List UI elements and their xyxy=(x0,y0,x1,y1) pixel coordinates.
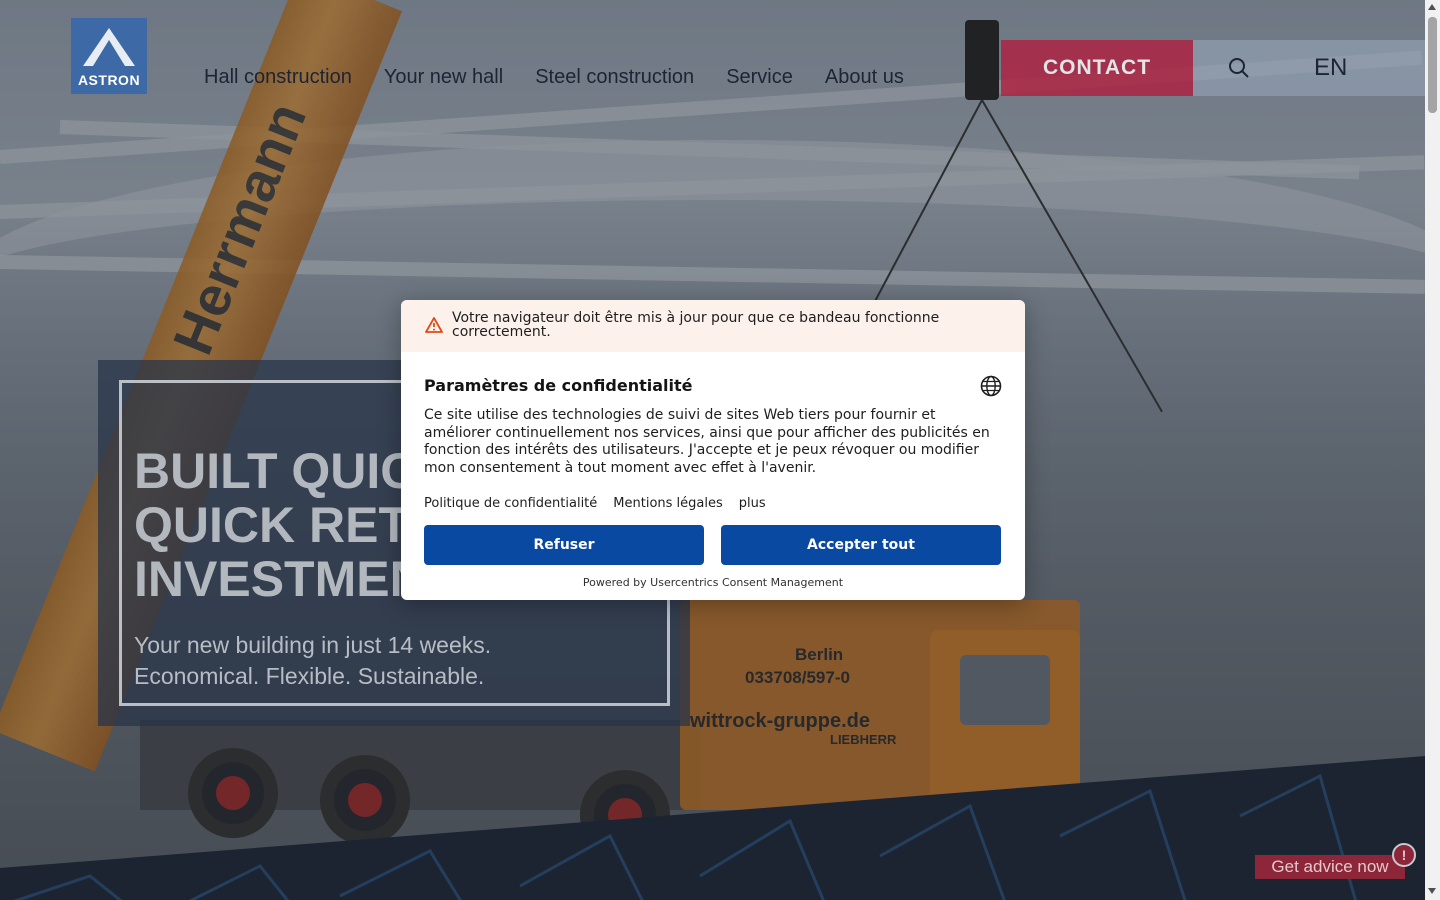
nav-your-new-hall[interactable]: Your new hall xyxy=(384,66,503,89)
browser-warning: Votre navigateur doit être mis à jour po… xyxy=(401,300,1025,352)
scroll-down-arrow-icon[interactable] xyxy=(1428,888,1436,894)
scrollbar-thumb[interactable] xyxy=(1428,17,1437,113)
more-link[interactable]: plus xyxy=(739,496,766,511)
consent-body: Ce site utilise des technologies de suiv… xyxy=(424,407,990,476)
accept-all-button[interactable]: Accepter tout xyxy=(721,525,1001,565)
astron-logo[interactable]: ASTRON xyxy=(71,18,147,94)
language-globe-icon[interactable] xyxy=(980,375,1002,397)
warning-icon xyxy=(425,317,443,333)
logo-mark-icon xyxy=(83,28,135,66)
search-icon xyxy=(1229,58,1249,78)
browser-warning-text: Votre navigateur doit être mis à jour po… xyxy=(452,310,940,340)
page-scrollbar[interactable] xyxy=(1425,0,1440,900)
search-button[interactable] xyxy=(1193,40,1285,96)
hero-subtitle: Your new building in just 14 weeks. Econ… xyxy=(134,632,492,689)
scroll-up-arrow-icon[interactable] xyxy=(1428,4,1436,10)
get-advice-button[interactable]: Get advice now xyxy=(1255,855,1405,879)
logo-text: ASTRON xyxy=(77,72,141,88)
nav-service[interactable]: Service xyxy=(726,66,793,89)
consent-dialog: Votre navigateur doit être mis à jour po… xyxy=(401,300,1025,600)
alert-icon[interactable]: ! xyxy=(1392,843,1416,867)
privacy-policy-link[interactable]: Politique de confidentialité xyxy=(424,496,597,511)
language-switcher[interactable]: EN xyxy=(1285,40,1425,96)
consent-links: Politique de confidentialité Mentions lé… xyxy=(424,496,766,511)
refuse-button[interactable]: Refuser xyxy=(424,525,704,565)
powered-by-text: Powered by Usercentrics Consent Manageme… xyxy=(582,576,844,589)
nav-about-us[interactable]: About us xyxy=(825,66,904,89)
main-nav: Hall construction Your new hall Steel co… xyxy=(204,66,904,89)
contact-button[interactable]: CONTACT xyxy=(1001,40,1193,96)
legal-notice-link[interactable]: Mentions légales xyxy=(613,496,722,511)
nav-hall-construction[interactable]: Hall construction xyxy=(204,66,352,89)
nav-steel-construction[interactable]: Steel construction xyxy=(535,66,694,89)
consent-title: Paramètres de confidentialité xyxy=(424,376,693,395)
